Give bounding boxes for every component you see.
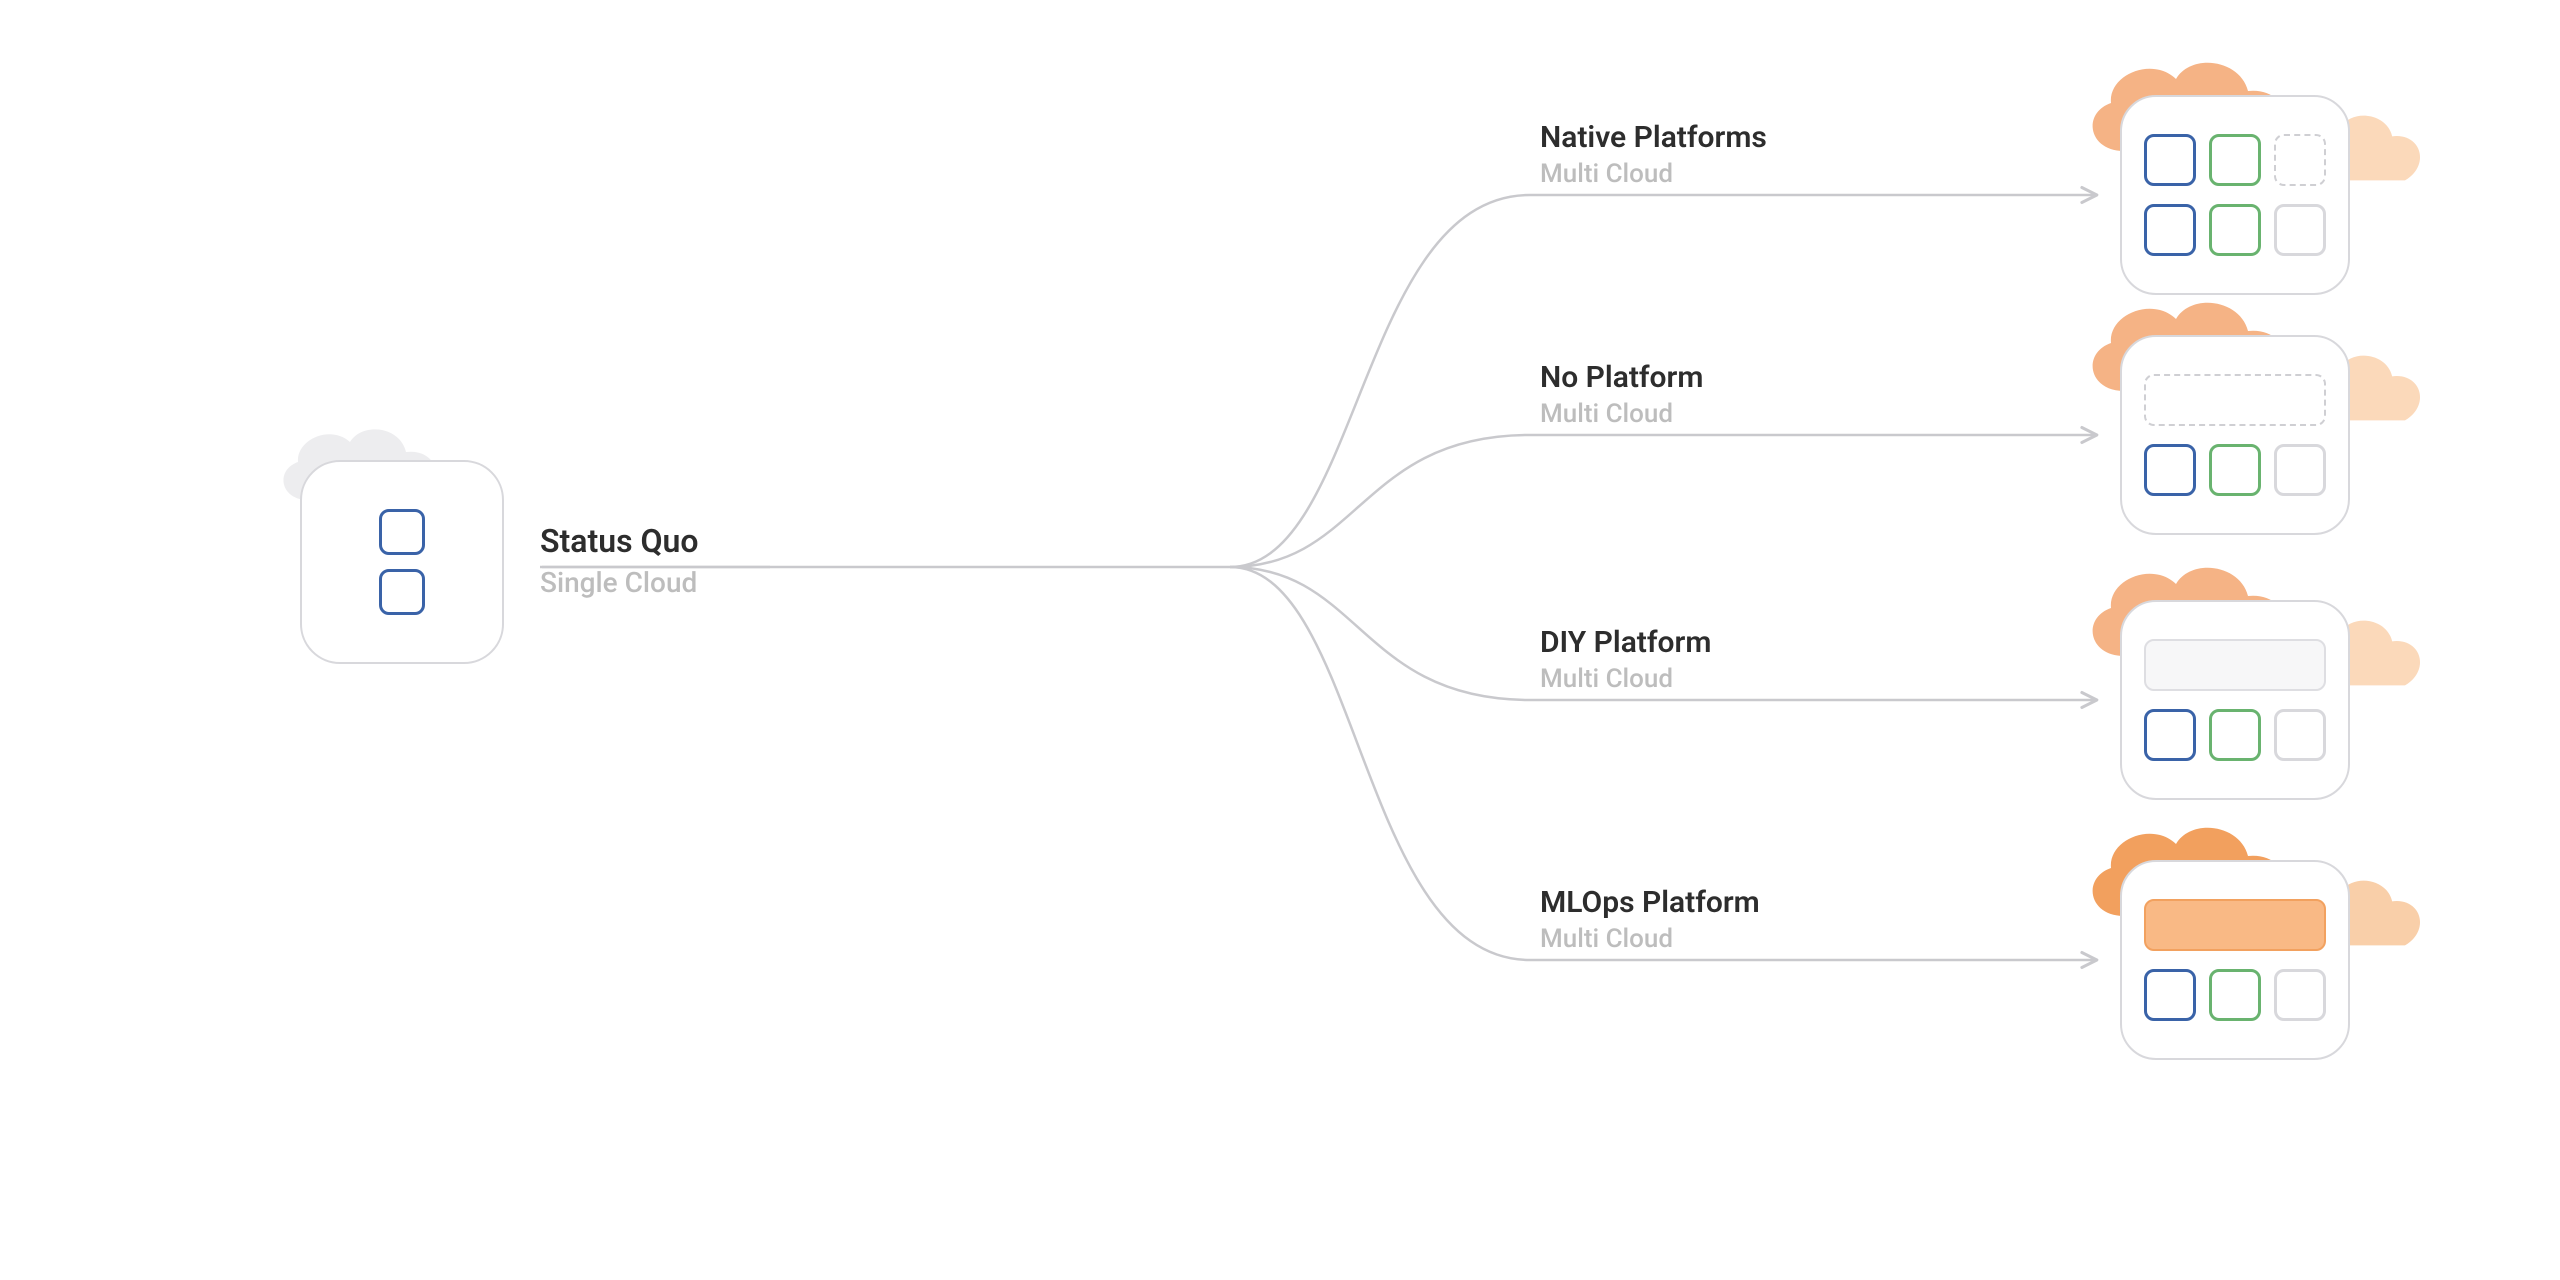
module-tile-icon bbox=[2209, 204, 2261, 256]
source-subtitle: Single Cloud bbox=[540, 566, 699, 599]
module-tile-icon bbox=[2144, 709, 2196, 761]
branch-subtitle: Multi Cloud bbox=[1540, 399, 1703, 429]
module-wide-mlops-icon bbox=[2144, 899, 2326, 951]
tile-row bbox=[2144, 444, 2326, 496]
branch-title: Native Platforms bbox=[1540, 120, 1767, 155]
module-box-icon bbox=[379, 509, 425, 555]
tile-row bbox=[2144, 639, 2326, 691]
dest-card bbox=[2120, 860, 2350, 1060]
module-tile-icon bbox=[2144, 134, 2196, 186]
module-tile-icon bbox=[2144, 204, 2196, 256]
module-tile-icon bbox=[2144, 444, 2196, 496]
module-tile-icon bbox=[2274, 709, 2326, 761]
branch-title: DIY Platform bbox=[1540, 625, 1711, 660]
module-tile-icon bbox=[2209, 709, 2261, 761]
tile-row bbox=[2144, 709, 2326, 761]
branch-subtitle: Multi Cloud bbox=[1540, 159, 1767, 189]
module-tile-icon bbox=[2274, 444, 2326, 496]
dest-card bbox=[2120, 335, 2350, 535]
branch-subtitle: Multi Cloud bbox=[1540, 664, 1711, 694]
module-tile-icon bbox=[2209, 969, 2261, 1021]
branch-label-diy: DIY Platform Multi Cloud bbox=[1540, 625, 1711, 694]
module-tile-dashed-icon bbox=[2274, 134, 2326, 186]
branch-subtitle: Multi Cloud bbox=[1540, 924, 1760, 954]
branch-title: MLOps Platform bbox=[1540, 885, 1760, 920]
tile-row bbox=[2144, 134, 2326, 186]
module-wide-dashed-icon bbox=[2144, 374, 2326, 426]
source-card bbox=[300, 460, 504, 664]
module-tile-icon bbox=[2274, 204, 2326, 256]
tile-row bbox=[2144, 899, 2326, 951]
module-tile-icon bbox=[2144, 969, 2196, 1021]
module-tile-icon bbox=[2274, 969, 2326, 1021]
module-tile-icon bbox=[2209, 134, 2261, 186]
tile-row bbox=[2144, 969, 2326, 1021]
branch-label-mlops: MLOps Platform Multi Cloud bbox=[1540, 885, 1760, 954]
tile-row bbox=[2144, 204, 2326, 256]
branch-label-noplatform: No Platform Multi Cloud bbox=[1540, 360, 1703, 429]
branch-title: No Platform bbox=[1540, 360, 1703, 395]
source-label: Status Quo Single Cloud bbox=[540, 522, 699, 599]
module-box-icon bbox=[379, 569, 425, 615]
module-wide-solid-icon bbox=[2144, 639, 2326, 691]
module-tile-icon bbox=[2209, 444, 2261, 496]
tile-row bbox=[2144, 374, 2326, 426]
dest-card bbox=[2120, 95, 2350, 295]
dest-card bbox=[2120, 600, 2350, 800]
diagram-canvas: Status Quo Single Cloud Native Platforms… bbox=[0, 0, 2560, 1280]
branch-label-native: Native Platforms Multi Cloud bbox=[1540, 120, 1767, 189]
source-title: Status Quo bbox=[540, 522, 699, 560]
